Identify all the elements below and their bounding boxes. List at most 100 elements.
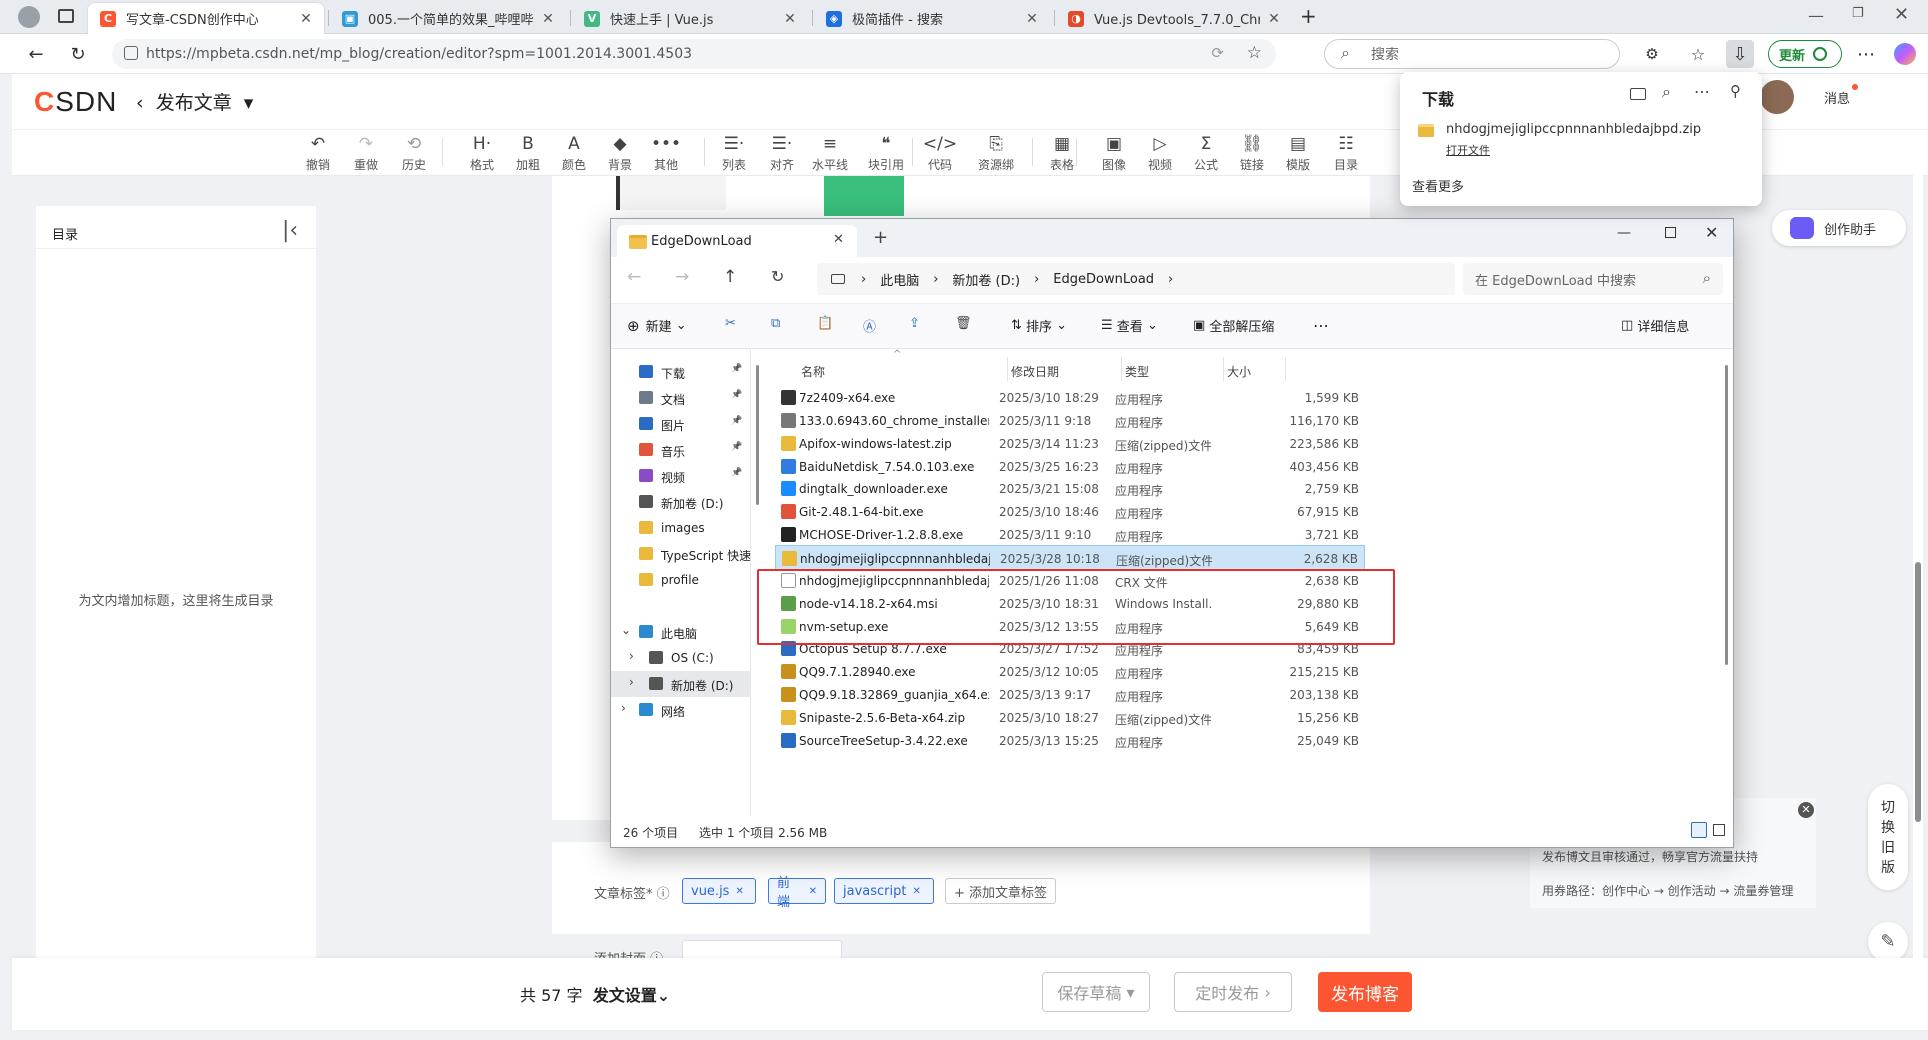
explorer-tab[interactable]: EdgeDownLoad ✕ bbox=[617, 225, 857, 257]
sort-button[interactable]: ⇅ 排序 ⌄ bbox=[1011, 316, 1067, 335]
avatar[interactable] bbox=[1760, 80, 1794, 114]
assistant-button[interactable]: 创作助手 bbox=[1772, 210, 1906, 246]
breadcrumb-item[interactable]: EdgeDownLoad bbox=[1053, 272, 1154, 287]
close-tab-icon[interactable]: ✕ bbox=[782, 11, 798, 27]
toolbar-button-blockquote[interactable]: ❝ 块引用 bbox=[864, 130, 908, 173]
share-icon[interactable]: ⇪ bbox=[909, 316, 920, 331]
nav-item[interactable]: › 网络 bbox=[611, 697, 750, 723]
close-window-icon[interactable]: ✕ bbox=[1894, 4, 1909, 25]
tag-chip[interactable]: 前端 ✕ bbox=[768, 876, 826, 910]
more-options-icon[interactable]: ⋯ bbox=[1694, 82, 1710, 101]
tag-chip[interactable]: javascript ✕ bbox=[834, 878, 934, 904]
profile-icon[interactable] bbox=[18, 6, 40, 28]
url-field[interactable]: https://mpbeta.csdn.net/mp_blog/creation… bbox=[112, 39, 1276, 69]
close-tab-icon[interactable]: ✕ bbox=[833, 232, 844, 247]
restore-icon[interactable]: ❐ bbox=[1852, 6, 1864, 21]
favorites-icon[interactable]: ☆ bbox=[1684, 40, 1712, 68]
nav-item[interactable]: TypeScript 快速 bbox=[611, 541, 750, 567]
breadcrumb[interactable]: › 此电脑 › 新加卷 (D:) › EdgeDownLoad › bbox=[817, 263, 1455, 295]
column-header[interactable]: 类型 bbox=[1125, 363, 1149, 380]
column-header[interactable]: 名称 bbox=[801, 363, 825, 380]
toolbar-button-code[interactable]: </> 代码 bbox=[918, 130, 962, 173]
page-title[interactable]: ‹ 发布文章 ▾ bbox=[136, 88, 253, 115]
copilot-icon[interactable] bbox=[1894, 43, 1916, 65]
explorer-search-field[interactable]: 在 EdgeDownLoad 中搜索 ⌕ bbox=[1463, 263, 1723, 295]
toolbar-button-redo[interactable]: ↷ 重做 bbox=[344, 130, 388, 173]
remove-tag-icon[interactable]: ✕ bbox=[912, 886, 920, 897]
toolbar-button-template[interactable]: ▤ 模版 bbox=[1276, 130, 1320, 173]
toolbar-button-toc[interactable]: ☷ 目录 bbox=[1324, 130, 1368, 173]
nav-item[interactable]: ⌄ 此电脑 bbox=[611, 619, 750, 645]
translate-icon[interactable]: ⟳ bbox=[1211, 44, 1224, 62]
extract-all-button[interactable]: ▣ 全部解压缩 bbox=[1193, 316, 1274, 335]
publish-settings-toggle[interactable]: 发文设置⌄ bbox=[593, 986, 670, 1005]
toolbar-button-horizontal-rule[interactable]: ≡ 水平线 bbox=[808, 130, 852, 173]
forward-arrow-icon[interactable]: → bbox=[675, 267, 689, 287]
pin-icon[interactable]: ⚲ bbox=[1730, 82, 1741, 100]
downloads-icon[interactable]: ⇩ bbox=[1726, 40, 1754, 68]
toolbar-button-undo[interactable]: ↶ 撤销 bbox=[296, 130, 340, 173]
nav-item[interactable]: 下载 📌 bbox=[611, 359, 750, 385]
toolbar-button-list[interactable]: ☰· 列表 bbox=[712, 130, 756, 173]
new-explorer-tab-icon[interactable]: + bbox=[873, 227, 888, 248]
nav-item[interactable]: profile bbox=[611, 567, 750, 593]
see-more-link[interactable]: 查看更多 bbox=[1412, 176, 1464, 195]
column-header[interactable]: 大小 bbox=[1227, 363, 1251, 380]
explorer-close-icon[interactable]: ✕ bbox=[1705, 223, 1718, 242]
close-hint-icon[interactable]: ✕ bbox=[1798, 802, 1814, 818]
feedback-icon[interactable]: ✎ bbox=[1868, 922, 1908, 962]
rename-icon[interactable]: Ⓐ bbox=[863, 316, 876, 335]
publish-button[interactable]: 发布博客 bbox=[1318, 972, 1412, 1012]
details-view-icon[interactable] bbox=[1691, 822, 1707, 838]
expand-chevron-icon[interactable]: › bbox=[621, 701, 626, 715]
nav-item[interactable]: 文档 📌 bbox=[611, 385, 750, 411]
breadcrumb-item[interactable]: 此电脑 bbox=[880, 270, 919, 289]
toolbar-button-image[interactable]: ▣ 图像 bbox=[1092, 130, 1136, 173]
message-link[interactable]: 消息 bbox=[1824, 88, 1850, 107]
nav-item[interactable]: › 新加卷 (D:) bbox=[611, 671, 750, 697]
nav-pane-scrollbar[interactable] bbox=[756, 365, 759, 505]
schedule-publish-button[interactable]: 定时发布 › bbox=[1174, 972, 1292, 1012]
favorite-star-icon[interactable]: ☆ bbox=[1247, 43, 1262, 63]
expand-chevron-icon[interactable]: › bbox=[629, 649, 634, 663]
nav-item[interactable]: 图片 📌 bbox=[611, 411, 750, 437]
file-row[interactable]: SourceTreeSetup-3.4.22.exe 2025/3/13 15:2… bbox=[775, 728, 1365, 754]
new-button[interactable]: ⊕ 新建 ⌄ bbox=[627, 316, 687, 336]
breadcrumb-item[interactable]: 新加卷 (D:) bbox=[952, 270, 1020, 289]
toolbar-button-background-color[interactable]: ◆ 背景 bbox=[598, 130, 642, 173]
paste-icon[interactable]: 📋 bbox=[817, 316, 833, 331]
expand-chevron-icon[interactable]: ⌄ bbox=[621, 623, 631, 637]
back-icon[interactable]: ← bbox=[22, 40, 50, 68]
remove-tag-icon[interactable]: ✕ bbox=[809, 886, 817, 897]
close-tab-icon[interactable]: ✕ bbox=[540, 11, 556, 27]
minimize-icon[interactable]: — bbox=[1808, 6, 1824, 25]
nav-item[interactable]: images bbox=[611, 515, 750, 541]
add-tag-button[interactable]: + 添加文章标签 bbox=[945, 878, 1057, 904]
toolbar-button-bold[interactable]: B 加粗 bbox=[506, 130, 550, 173]
nav-item[interactable]: 视频 📌 bbox=[611, 463, 750, 489]
csdn-logo[interactable]: CSDN bbox=[34, 86, 117, 118]
refresh-icon[interactable]: ↻ bbox=[64, 40, 92, 68]
close-tab-icon[interactable]: ✕ bbox=[1024, 11, 1040, 27]
toolbar-button-heading[interactable]: H· 格式 bbox=[460, 130, 504, 173]
nav-item[interactable]: › OS (C:) bbox=[611, 645, 750, 671]
up-arrow-icon[interactable]: ↑ bbox=[723, 267, 737, 287]
nav-item[interactable]: 音乐 📌 bbox=[611, 437, 750, 463]
close-tab-icon[interactable]: ✕ bbox=[298, 11, 314, 27]
cover-upload-box[interactable] bbox=[682, 940, 842, 960]
toolbar-button-align[interactable]: ☰· 对齐 bbox=[760, 130, 804, 173]
new-tab-icon[interactable]: + bbox=[1300, 4, 1317, 28]
cut-icon[interactable]: ✂ bbox=[725, 316, 736, 331]
open-folder-icon[interactable] bbox=[1630, 88, 1646, 100]
toolbar-button-video[interactable]: ▷ 视频 bbox=[1138, 130, 1182, 173]
close-tab-icon[interactable]: ✕ bbox=[1266, 11, 1282, 27]
browser-tab[interactable]: ◑ Vue.js Devtools_7.7.0_Chrome插件 ✕ bbox=[1056, 3, 1292, 34]
toolbar-button-more[interactable]: ••• 其他 bbox=[644, 130, 688, 173]
save-draft-button[interactable]: 保存草稿 ▾ bbox=[1042, 972, 1150, 1012]
update-button[interactable]: 更新 bbox=[1768, 40, 1842, 68]
download-file-name[interactable]: nhdogjmejiglipccpnnnanhbledajbpd.zip bbox=[1446, 122, 1701, 137]
explorer-minimize-icon[interactable]: — bbox=[1617, 225, 1631, 241]
browser-search-field[interactable]: ⌕ 搜索 bbox=[1324, 39, 1620, 69]
details-pane-button[interactable]: ◫ 详细信息 bbox=[1621, 316, 1689, 335]
collapse-toc-icon[interactable]: |‹ bbox=[282, 218, 298, 243]
